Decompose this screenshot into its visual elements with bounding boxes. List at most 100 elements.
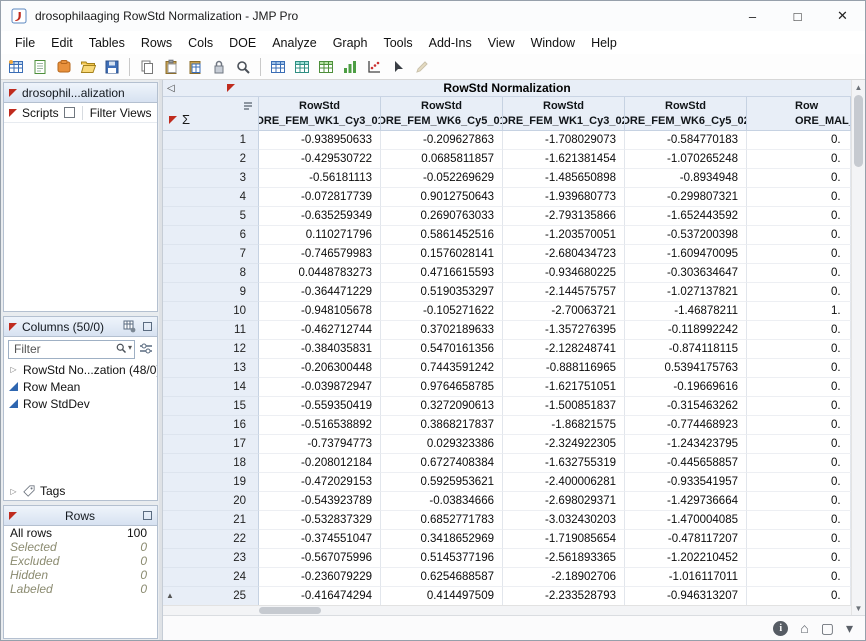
expand-triangle-icon[interactable]: ▷ xyxy=(9,487,18,496)
cell[interactable]: 0.9764658785 xyxy=(381,378,503,397)
expand-triangle-icon[interactable]: ▷ xyxy=(9,365,18,374)
row-number[interactable]: 9 xyxy=(163,283,259,302)
cell[interactable]: -2.144575757 xyxy=(503,283,625,302)
maximize-button[interactable]: □ xyxy=(775,1,820,31)
row-number[interactable]: 19 xyxy=(163,473,259,492)
cell[interactable]: 0.3418652969 xyxy=(381,530,503,549)
cell[interactable]: -1.070265248 xyxy=(625,150,747,169)
cell[interactable]: 0. xyxy=(747,587,851,605)
copy-with-headers-icon[interactable] xyxy=(184,56,206,78)
row-number[interactable]: 11 xyxy=(163,321,259,340)
cell[interactable]: 0.5470161356 xyxy=(381,340,503,359)
save-icon[interactable] xyxy=(101,56,123,78)
row-number[interactable]: 4 xyxy=(163,188,259,207)
scripts-checkbox[interactable] xyxy=(64,107,75,118)
cell[interactable]: -1.429736664 xyxy=(625,492,747,511)
menu-view[interactable]: View xyxy=(480,33,523,53)
cell[interactable]: 0. xyxy=(747,511,851,530)
menu-analyze[interactable]: Analyze xyxy=(264,33,324,53)
cell[interactable]: -2.324922305 xyxy=(503,435,625,454)
cell[interactable]: -2.18902706 xyxy=(503,568,625,587)
cell[interactable]: 0. xyxy=(747,264,851,283)
cell[interactable]: 0.1576028141 xyxy=(381,245,503,264)
home-icon[interactable]: ⌂ xyxy=(800,621,808,635)
rows-stat-hidden[interactable]: Hidden0 xyxy=(4,568,157,582)
cell[interactable]: -0.888116965 xyxy=(503,359,625,378)
cell[interactable]: -0.874118115 xyxy=(625,340,747,359)
horizontal-scrollbar[interactable] xyxy=(163,605,851,615)
cell[interactable]: 0. xyxy=(747,435,851,454)
cell[interactable]: -0.567075996 xyxy=(259,549,381,568)
rows-panel-header[interactable]: Rows xyxy=(4,506,157,526)
cell[interactable]: 0. xyxy=(747,568,851,587)
red-triangle-icon[interactable] xyxy=(9,323,17,331)
cell[interactable]: 0. xyxy=(747,492,851,511)
cell[interactable]: 0.110271796 xyxy=(259,226,381,245)
cell[interactable]: -0.532837329 xyxy=(259,511,381,530)
cell[interactable]: -2.698029371 xyxy=(503,492,625,511)
column-manager-icon[interactable] xyxy=(123,320,136,333)
cell[interactable]: -0.73794773 xyxy=(259,435,381,454)
row-number[interactable]: 10 xyxy=(163,302,259,321)
cell[interactable]: 0.4716615593 xyxy=(381,264,503,283)
cell[interactable]: 1. xyxy=(747,302,851,321)
cell[interactable]: 0.029323386 xyxy=(381,435,503,454)
cell[interactable]: -1.86821575 xyxy=(503,416,625,435)
cell[interactable]: -2.128248741 xyxy=(503,340,625,359)
summary-table-icon[interactable] xyxy=(291,56,313,78)
cell[interactable]: -2.70063721 xyxy=(503,302,625,321)
row-number[interactable]: 1 xyxy=(163,131,259,150)
search-icon[interactable] xyxy=(232,56,254,78)
menu-edit[interactable]: Edit xyxy=(43,33,81,53)
row-number[interactable]: 5 xyxy=(163,207,259,226)
cell[interactable]: -0.478117207 xyxy=(625,530,747,549)
menu-doe[interactable]: DOE xyxy=(221,33,264,53)
minimize-button[interactable]: – xyxy=(730,1,775,31)
summation-icon[interactable]: Σ xyxy=(182,112,190,127)
scroll-up-arrow-icon[interactable]: ▲ xyxy=(855,80,863,94)
vertical-scrollbar[interactable]: ▲ ▼ xyxy=(851,80,865,615)
row-number[interactable]: 13 xyxy=(163,359,259,378)
cell[interactable]: 0. xyxy=(747,530,851,549)
cell[interactable]: -0.072817739 xyxy=(259,188,381,207)
filter-views-label[interactable]: Filter Views xyxy=(90,106,152,120)
cell[interactable]: -0.774468923 xyxy=(625,416,747,435)
column-list-item[interactable]: ▷RowStd No...zation (48/0) xyxy=(4,361,157,378)
subset-table-icon[interactable] xyxy=(315,56,337,78)
cell[interactable]: -1.621381454 xyxy=(503,150,625,169)
cell[interactable]: 0. xyxy=(747,169,851,188)
edit-icon[interactable] xyxy=(411,56,433,78)
data-table-icon[interactable] xyxy=(267,56,289,78)
cell[interactable]: -0.584770183 xyxy=(625,131,747,150)
cell[interactable]: 0. xyxy=(747,283,851,302)
cell[interactable]: 0.5925953621 xyxy=(381,473,503,492)
red-triangle-icon[interactable] xyxy=(9,109,17,117)
cell[interactable]: -0.03834666 xyxy=(381,492,503,511)
cell[interactable]: -0.429530722 xyxy=(259,150,381,169)
rows-stat-allrows[interactable]: All rows100 xyxy=(4,526,157,540)
row-number[interactable]: 25▲ xyxy=(163,587,259,605)
cell[interactable]: -0.315463262 xyxy=(625,397,747,416)
cell[interactable]: -0.934680225 xyxy=(503,264,625,283)
cell[interactable]: -0.746579983 xyxy=(259,245,381,264)
cell[interactable]: -1.202210452 xyxy=(625,549,747,568)
menu-tables[interactable]: Tables xyxy=(81,33,133,53)
column-header[interactable]: RowStdORE_FEM_WK6_Cy5_02 xyxy=(625,97,747,131)
cell[interactable]: -0.416474294 xyxy=(259,587,381,605)
header-menu-icon[interactable] xyxy=(242,100,254,112)
caret-down-icon[interactable]: ▾ xyxy=(846,621,853,635)
cell[interactable]: -0.209627863 xyxy=(381,131,503,150)
cell[interactable]: -0.635259349 xyxy=(259,207,381,226)
cell[interactable]: -0.472029153 xyxy=(259,473,381,492)
filter-settings-icon[interactable] xyxy=(139,342,153,356)
cell[interactable]: -0.462712744 xyxy=(259,321,381,340)
cell[interactable]: -0.105271622 xyxy=(381,302,503,321)
scroll-down-arrow-icon[interactable]: ▼ xyxy=(855,601,863,615)
cell[interactable]: -0.364471229 xyxy=(259,283,381,302)
column-header[interactable]: RowORE_MAL_W xyxy=(747,97,851,131)
cell[interactable]: 0.5394175763 xyxy=(625,359,747,378)
row-number[interactable]: 8 xyxy=(163,264,259,283)
column-header[interactable]: RowStdORE_FEM_WK1_Cy3_01 xyxy=(259,97,381,131)
column-list-item[interactable]: Row Mean xyxy=(4,378,157,395)
cell[interactable]: -1.632755319 xyxy=(503,454,625,473)
